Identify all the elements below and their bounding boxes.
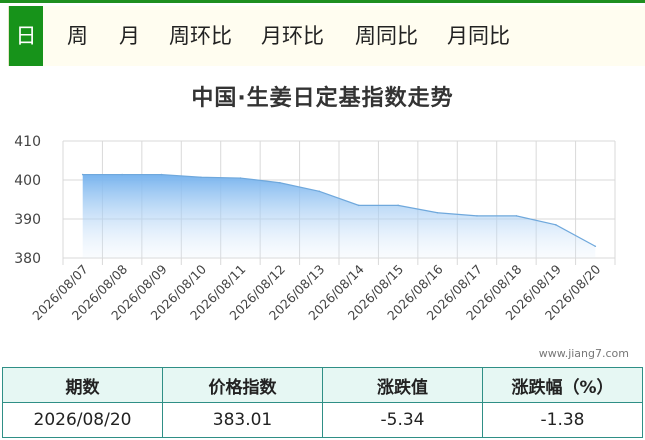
cell-change-value: -5.34 [322,402,483,438]
data-point [318,190,321,193]
table-row: 2026/08/20 383.01 -5.34 -1.38 [2,402,643,438]
top-accent-line [0,0,645,3]
header-change-percent: 涨跌幅（%） [482,367,643,403]
tab-day[interactable]: 日 [9,6,43,66]
data-point [160,173,163,176]
index-summary-table: 期数 价格指数 涨跌值 涨跌幅（%） 2026/08/20 383.01 -5.… [2,367,643,438]
site-watermark: www.jiang7.com [538,347,629,360]
cell-period: 2026/08/20 [2,402,163,438]
chart-title: 中国·生姜日定基指数走势 [191,86,454,111]
tab-month-on-month[interactable]: 月环比 [261,6,324,66]
tab-week-year-on-year[interactable]: 周同比 [355,6,418,66]
data-point [397,204,399,207]
header-price-index: 价格指数 [162,367,323,403]
data-point [121,173,123,176]
data-point [239,177,242,179]
index-trend-chart: 380390400410 2026/08/072026/08/082026/08… [14,134,616,323]
y-tick-label: 410 [14,134,41,150]
header-change-value: 涨跌值 [322,367,483,403]
data-point [594,245,597,248]
data-point [476,215,478,217]
data-point [555,224,557,226]
period-tab-bar: 日 周 月 周环比 月环比 周同比 月同比 [8,6,645,66]
data-point [515,215,518,217]
tab-week-on-week[interactable]: 周环比 [169,6,232,66]
data-point [357,204,360,207]
y-tick-label: 380 [14,251,41,267]
cell-price-index: 383.01 [162,402,323,438]
data-point [436,211,439,214]
tab-month[interactable]: 月 [119,6,140,66]
y-tick-label: 390 [14,212,41,228]
y-tick-label: 400 [14,173,41,189]
header-period: 期数 [2,367,163,403]
data-point [81,173,84,176]
data-point [200,176,202,179]
tab-week[interactable]: 周 [67,6,88,66]
data-point [279,181,281,184]
tab-month-year-on-year[interactable]: 月同比 [447,6,510,66]
cell-change-percent: -1.38 [482,402,643,438]
